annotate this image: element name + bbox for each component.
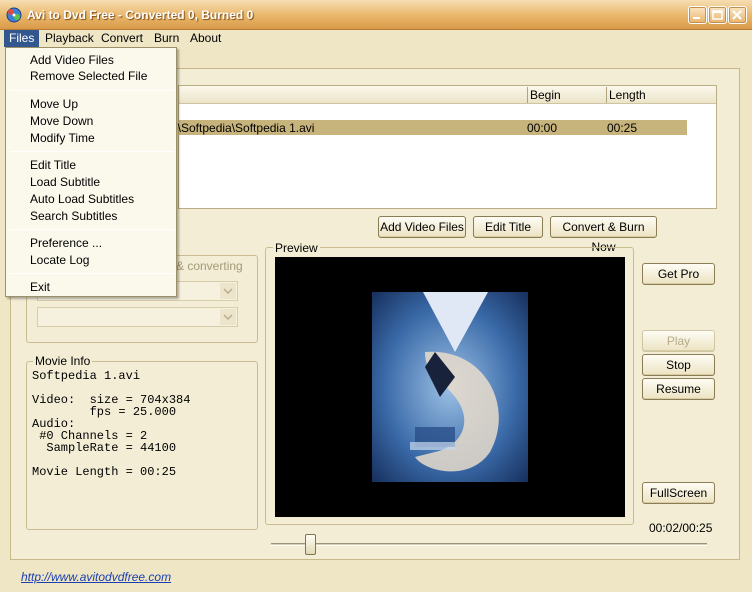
resume-button[interactable]: Resume (642, 378, 715, 400)
close-icon (732, 10, 742, 20)
playback-time: 00:02/00:25 (649, 521, 713, 535)
get-pro-button[interactable]: Get Pro (642, 263, 715, 285)
files-dropdown-menu: Add Video Files Remove Selected File Mov… (5, 47, 177, 297)
menu-item-move-up[interactable]: Move Up (30, 97, 78, 111)
menu-item-preference[interactable]: Preference ... (30, 236, 102, 250)
menu-files[interactable]: Files (4, 30, 40, 47)
minimize-button[interactable] (688, 6, 707, 24)
movie-info-label: Movie Info (33, 354, 93, 368)
fullscreen-button[interactable]: FullScreen (642, 482, 715, 504)
menu-item-modify-time[interactable]: Modify Time (30, 131, 95, 145)
menu-separator (10, 229, 174, 230)
file-begin-cell: 00:00 (527, 121, 558, 135)
seek-slider-thumb[interactable] (305, 534, 316, 555)
menu-separator (10, 273, 174, 274)
file-length-cell: 00:25 (607, 121, 638, 135)
menu-about[interactable]: About (185, 30, 226, 47)
options-group-label: & converting (174, 259, 245, 273)
play-button[interactable]: Play (642, 330, 715, 352)
maximize-button[interactable] (708, 6, 727, 24)
seek-slider-track[interactable] (271, 543, 707, 546)
movie-info-text: Softpedia 1.avi Video: size = 704x384 fp… (32, 369, 191, 479)
video-preview[interactable] (275, 257, 625, 517)
menu-item-auto-load-subtitles[interactable]: Auto Load Subtitles (30, 192, 134, 206)
minimize-icon (693, 17, 700, 19)
menu-item-remove-selected-file[interactable]: Remove Selected File (30, 69, 147, 83)
website-link[interactable]: http://www.avitodvdfree.com (21, 570, 171, 584)
menu-playback[interactable]: Playback (40, 30, 99, 47)
menu-item-search-subtitles[interactable]: Search Subtitles (30, 209, 117, 223)
option-combo-2[interactable] (37, 307, 238, 327)
menu-item-move-down[interactable]: Move Down (30, 114, 93, 128)
convert-burn-now-button[interactable]: Convert & Burn Now (550, 216, 657, 254)
chevron-down-icon (220, 309, 236, 325)
maximize-icon (712, 10, 723, 20)
menu-item-add-video-files[interactable]: Add Video Files (30, 53, 114, 67)
stop-button[interactable]: Stop (642, 354, 715, 376)
menu-separator (10, 151, 174, 152)
menu-convert[interactable]: Convert (96, 30, 148, 47)
column-length[interactable]: Length (609, 88, 646, 102)
close-button[interactable] (728, 6, 747, 24)
chevron-down-icon (220, 283, 236, 299)
file-list-header: Begin Length (179, 86, 716, 104)
menu-item-exit[interactable]: Exit (30, 280, 50, 294)
edit-title-button[interactable]: Edit Title (473, 216, 543, 238)
menu-separator (10, 90, 174, 91)
menu-item-locate-log[interactable]: Locate Log (30, 253, 89, 267)
preview-label: Preview (273, 241, 320, 255)
app-icon (5, 6, 23, 24)
column-begin[interactable]: Begin (530, 88, 561, 102)
table-row[interactable]: p\Softpedia\Softpedia 1.avi 00:00 00:25 (171, 120, 687, 135)
window-title: Avi to Dvd Free - Converted 0, Burned 0 (27, 8, 254, 22)
menu-item-edit-title[interactable]: Edit Title (30, 158, 76, 172)
video-frame-image (372, 292, 528, 482)
column-separator (527, 87, 528, 103)
menu-item-load-subtitle[interactable]: Load Subtitle (30, 175, 100, 189)
column-separator (606, 87, 607, 103)
menu-burn[interactable]: Burn (149, 30, 184, 47)
add-video-files-button[interactable]: Add Video Files (378, 216, 466, 238)
menu-bar: Files Playback Convert Burn About (0, 30, 752, 47)
file-name-cell: p\Softpedia\Softpedia 1.avi (171, 121, 315, 135)
